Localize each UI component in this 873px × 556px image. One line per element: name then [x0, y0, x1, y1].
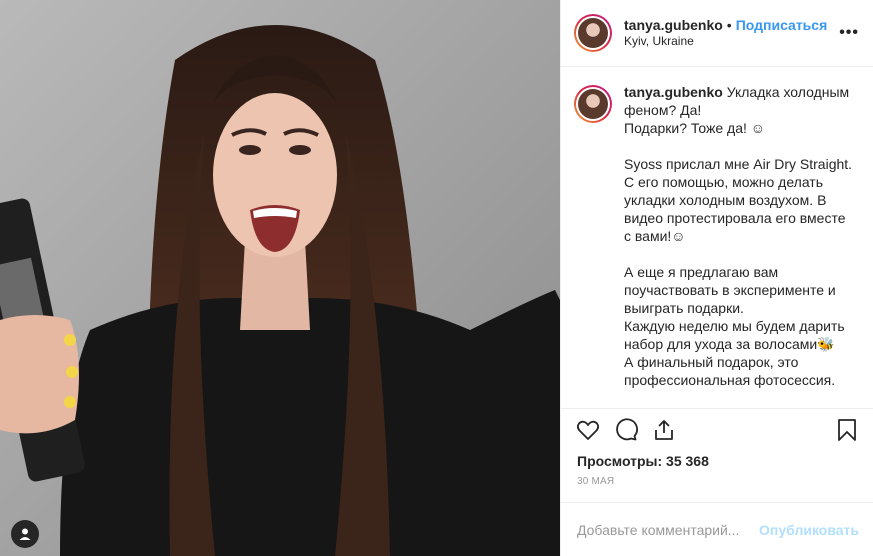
- caption-username[interactable]: tanya.gubenko: [624, 84, 723, 100]
- caption-avatar[interactable]: [574, 85, 612, 123]
- comments-area: tanya.gubenko Укладка холодным феном? Да…: [561, 67, 873, 408]
- add-comment-bar: Опубликовать: [561, 502, 873, 556]
- more-icon[interactable]: •••: [831, 24, 859, 42]
- video-frame: [0, 0, 560, 556]
- bookmark-icon[interactable]: [835, 418, 859, 442]
- heart-icon[interactable]: [576, 418, 600, 442]
- post-video[interactable]: [0, 0, 560, 556]
- follow-button[interactable]: Подписаться: [736, 17, 828, 33]
- post-date[interactable]: 30 МАЯ: [561, 472, 873, 502]
- header-text: tanya.gubenko • Подписаться Kyiv, Ukraine: [624, 17, 831, 49]
- instagram-post: tanya.gubenko • Подписаться Kyiv, Ukraine …: [0, 0, 873, 556]
- heart-icon-svg: [576, 420, 600, 440]
- post-sidebar: tanya.gubenko • Подписаться Kyiv, Ukraine …: [560, 0, 873, 556]
- bookmark-icon-svg: [838, 418, 856, 441]
- person-icon: [19, 528, 31, 540]
- header-username[interactable]: tanya.gubenko: [624, 17, 723, 33]
- comment-icon-svg: [616, 417, 638, 440]
- caption: tanya.gubenko Укладка холодным феном? Да…: [574, 83, 857, 408]
- comment-icon[interactable]: [614, 417, 638, 442]
- publish-button[interactable]: Опубликовать: [759, 522, 859, 538]
- avatar[interactable]: [574, 14, 612, 52]
- tagged-user-icon[interactable]: [11, 520, 39, 548]
- comment-input[interactable]: [577, 521, 760, 538]
- action-bar: [561, 408, 873, 450]
- caption-text: Укладка холодным феном? Да! Подарки? Тож…: [624, 84, 853, 388]
- share-icon[interactable]: [652, 418, 676, 442]
- avatar-image: [578, 18, 608, 48]
- post-header: tanya.gubenko • Подписаться Kyiv, Ukraine …: [561, 0, 873, 67]
- caption-body: tanya.gubenko Укладка холодным феном? Да…: [624, 83, 854, 408]
- location-link[interactable]: Kyiv, Ukraine: [624, 33, 831, 49]
- caption-avatar-image: [578, 89, 608, 119]
- header-separator: •: [726, 17, 732, 33]
- view-count[interactable]: Просмотры: 35 368: [561, 450, 873, 472]
- share-icon-svg: [655, 419, 673, 440]
